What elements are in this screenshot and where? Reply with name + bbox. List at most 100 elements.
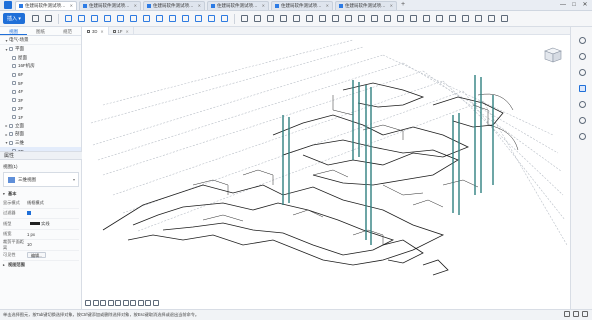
- zoom-icon[interactable]: [100, 300, 106, 306]
- split-button[interactable]: [356, 14, 366, 24]
- export-button[interactable]: [486, 14, 496, 24]
- trim-button[interactable]: [343, 14, 353, 24]
- dimension-tool-button[interactable]: [219, 14, 229, 24]
- library-button[interactable]: [577, 35, 587, 45]
- cable-tray-tool-button[interactable]: [180, 14, 190, 24]
- tab-standards[interactable]: 规范: [54, 27, 81, 35]
- tree-item-2f[interactable]: 2F: [0, 105, 81, 114]
- tree-item-16f-machine-room[interactable]: 16F机房: [0, 62, 81, 71]
- collaboration-button[interactable]: [577, 51, 587, 61]
- close-tab-icon[interactable]: ✕: [262, 3, 265, 8]
- tree-root[interactable]: ▾ 电气-场景: [0, 36, 81, 45]
- tree-item-roof[interactable]: 屋面: [0, 54, 81, 63]
- wall-tool-button[interactable]: [63, 14, 73, 24]
- doc-tab[interactable]: 住建局软件测试项目_结构...✕: [143, 0, 205, 10]
- filter-checkbox[interactable]: [27, 211, 31, 216]
- tree-item-4f[interactable]: 4F: [0, 88, 81, 97]
- tab-drawings[interactable]: 图纸: [27, 27, 54, 35]
- main-menu-button[interactable]: 插入 ▾: [3, 13, 25, 24]
- tree-item-5f[interactable]: 5F: [0, 79, 81, 88]
- stair-tool-button[interactable]: [141, 14, 151, 24]
- display-mode-select[interactable]: 线框模式: [27, 200, 79, 206]
- doc-tab[interactable]: 住建局软件测试项目_给...✕: [15, 0, 77, 10]
- tree-item-3f[interactable]: 3F: [0, 96, 81, 105]
- duct-tool-button[interactable]: [167, 14, 177, 24]
- snap-icon[interactable]: [564, 311, 570, 317]
- viewcube[interactable]: [544, 47, 562, 63]
- view-tab-3d[interactable]: 3D ✕: [83, 27, 109, 35]
- slab-tool-button[interactable]: [128, 14, 138, 24]
- zoom-fit-icon[interactable]: [107, 300, 114, 306]
- view-tab-1f[interactable]: 1F ✕: [109, 27, 134, 35]
- 3d-viewport[interactable]: [83, 35, 570, 309]
- link-button[interactable]: [382, 14, 392, 24]
- pipe-tool-button[interactable]: [154, 14, 164, 24]
- properties-toggle-button[interactable]: [577, 83, 587, 93]
- shadow-icon[interactable]: [137, 300, 144, 306]
- select-cursor-button[interactable]: [239, 14, 249, 24]
- tree-item-elevation[interactable]: ▸ 立面: [0, 122, 81, 131]
- tree-item-section[interactable]: ▸ 剖面: [0, 130, 81, 139]
- doc-tab[interactable]: 住建局软件测试项目_暖...✕: [271, 0, 333, 10]
- settings-icon[interactable]: [152, 300, 159, 306]
- copy-button[interactable]: [265, 14, 275, 24]
- equipment-tool-button[interactable]: [193, 14, 203, 24]
- section-view-range[interactable]: ▸ 视图范围: [3, 261, 79, 269]
- close-tab-icon[interactable]: ✕: [134, 3, 137, 8]
- close-tab-icon[interactable]: ✕: [390, 3, 393, 8]
- measure-button[interactable]: [395, 14, 405, 24]
- align-button[interactable]: [317, 14, 327, 24]
- rotate-view-icon[interactable]: [92, 300, 99, 306]
- clip-distance-input[interactable]: 10: [27, 242, 79, 247]
- tree-item-6f[interactable]: 6F: [0, 71, 81, 80]
- close-icon[interactable]: ✕: [125, 29, 128, 34]
- tree-item-plan[interactable]: ▾ 平面: [0, 45, 81, 54]
- visibility-edit-button[interactable]: 编辑...: [27, 252, 47, 259]
- redo-button[interactable]: [43, 14, 53, 24]
- column-tool-button[interactable]: [102, 14, 112, 24]
- walk-icon[interactable]: [145, 300, 151, 306]
- line-type-select[interactable]: 实线: [27, 221, 79, 227]
- isolate-button[interactable]: [447, 14, 457, 24]
- ortho-icon[interactable]: [582, 311, 588, 317]
- pan-icon[interactable]: [85, 300, 91, 306]
- window-tool-button[interactable]: [89, 14, 99, 24]
- move-button[interactable]: [252, 14, 262, 24]
- screenshot-button[interactable]: [499, 14, 509, 24]
- annotation-tool-button[interactable]: [206, 14, 216, 24]
- check-button[interactable]: [577, 115, 587, 125]
- section-box-button[interactable]: [408, 14, 418, 24]
- line-width-select[interactable]: 1 px: [27, 232, 79, 237]
- minimize-button[interactable]: —: [558, 1, 568, 10]
- filter-button[interactable]: [421, 14, 431, 24]
- maximize-button[interactable]: □: [569, 1, 579, 10]
- mirror-button[interactable]: [291, 14, 301, 24]
- doc-tab[interactable]: 住建局软件测试项目_电气...✕: [335, 0, 397, 10]
- doc-tab[interactable]: 住建局软件测试项目_结构...✕: [207, 0, 269, 10]
- section-basic[interactable]: ▾ 基本: [3, 190, 79, 198]
- tab-views[interactable]: 视图: [0, 27, 27, 35]
- rotate-button[interactable]: [278, 14, 288, 24]
- comment-button[interactable]: [577, 67, 587, 77]
- grid-icon[interactable]: [573, 311, 579, 317]
- tree-item-1f[interactable]: 1F: [0, 113, 81, 122]
- section-icon[interactable]: [122, 300, 129, 306]
- close-icon[interactable]: ✕: [100, 29, 103, 34]
- delete-button[interactable]: [369, 14, 379, 24]
- close-tab-icon[interactable]: ✕: [326, 3, 329, 8]
- close-window-button[interactable]: ✕: [580, 1, 590, 10]
- tree-item-3d-folder[interactable]: ▾ 三维: [0, 139, 81, 148]
- clash-detection-button[interactable]: [577, 131, 587, 141]
- hide-button[interactable]: [434, 14, 444, 24]
- doc-tab[interactable]: 住建局软件测试项目_暖气...✕: [79, 0, 141, 10]
- array-button[interactable]: [304, 14, 314, 24]
- close-tab-icon[interactable]: ✕: [70, 3, 73, 8]
- layers-button[interactable]: [460, 14, 470, 24]
- chevron-down-icon[interactable]: ▾: [73, 177, 75, 182]
- add-tab-button[interactable]: +: [399, 1, 407, 9]
- beam-tool-button[interactable]: [115, 14, 125, 24]
- view-type-selector[interactable]: 三维视图 ▾: [3, 172, 79, 187]
- close-tab-icon[interactable]: ✕: [198, 3, 201, 8]
- visual-style-icon[interactable]: [130, 300, 136, 306]
- door-tool-button[interactable]: [76, 14, 86, 24]
